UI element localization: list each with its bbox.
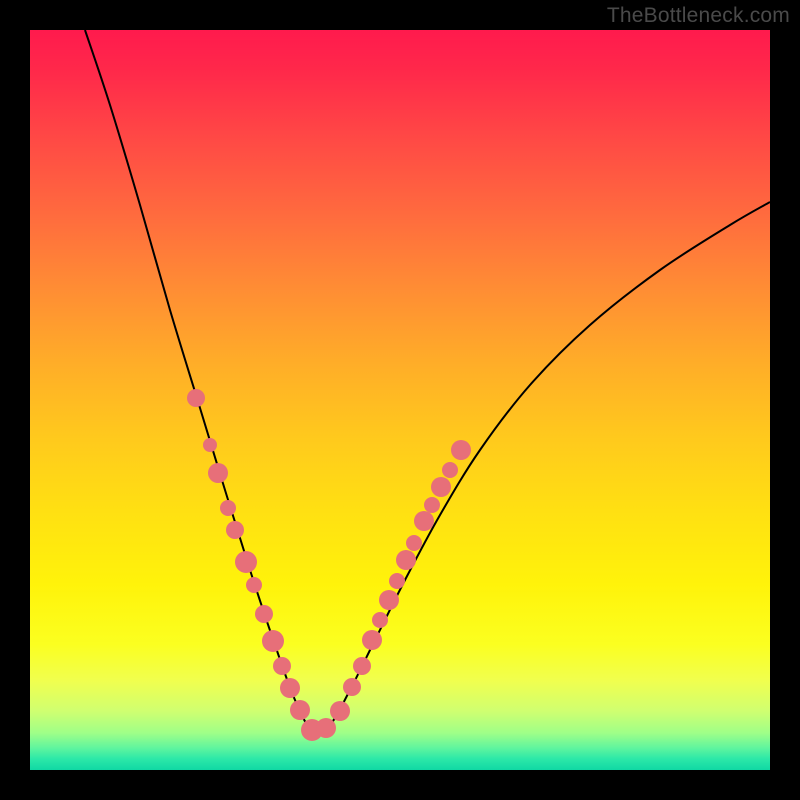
data-dot bbox=[451, 440, 471, 460]
data-dot bbox=[424, 497, 440, 513]
bottleneck-curve bbox=[85, 30, 770, 734]
data-dot bbox=[273, 657, 291, 675]
data-dot bbox=[316, 718, 336, 738]
data-dot bbox=[414, 511, 434, 531]
data-dot bbox=[379, 590, 399, 610]
data-dot bbox=[290, 700, 310, 720]
data-dot bbox=[343, 678, 361, 696]
data-dot bbox=[406, 535, 422, 551]
data-dot bbox=[442, 462, 458, 478]
data-dot bbox=[280, 678, 300, 698]
chart-frame bbox=[30, 30, 770, 770]
data-dot bbox=[235, 551, 257, 573]
data-dot bbox=[431, 477, 451, 497]
data-dot bbox=[208, 463, 228, 483]
data-dot bbox=[262, 630, 284, 652]
data-dot bbox=[330, 701, 350, 721]
dot-cluster bbox=[187, 389, 471, 741]
data-dot bbox=[220, 500, 236, 516]
data-dot bbox=[255, 605, 273, 623]
data-dot bbox=[203, 438, 217, 452]
data-dot bbox=[372, 612, 388, 628]
data-dot bbox=[396, 550, 416, 570]
data-dot bbox=[362, 630, 382, 650]
data-dot bbox=[226, 521, 244, 539]
data-dot bbox=[353, 657, 371, 675]
data-dot bbox=[389, 573, 405, 589]
data-dot bbox=[187, 389, 205, 407]
chart-svg bbox=[30, 30, 770, 770]
curve-path bbox=[85, 30, 770, 734]
data-dot bbox=[246, 577, 262, 593]
watermark-text: TheBottleneck.com bbox=[607, 4, 790, 28]
